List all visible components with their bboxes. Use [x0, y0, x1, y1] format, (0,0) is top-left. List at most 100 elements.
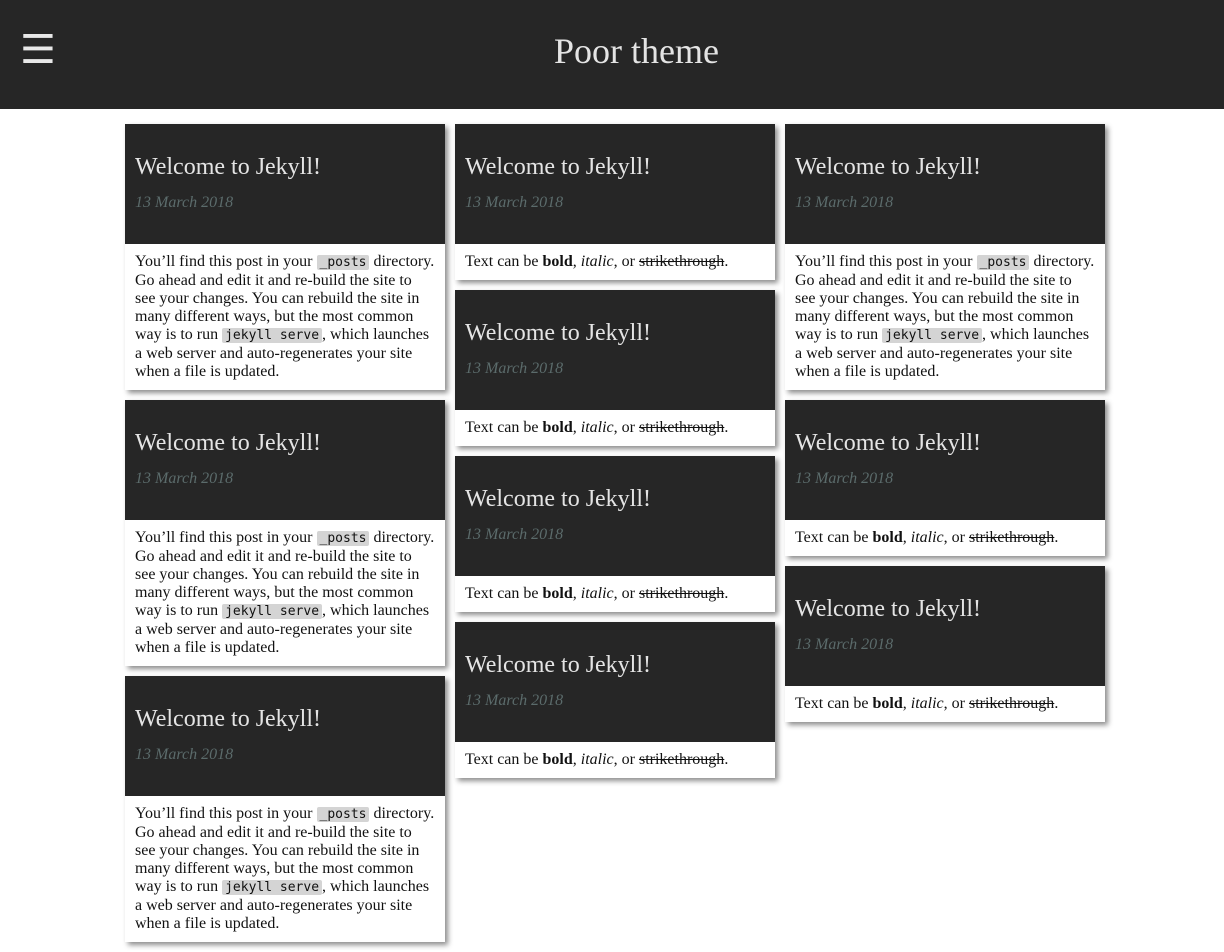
bold-text: bold: [872, 695, 903, 712]
post-card[interactable]: Welcome to Jekyll! 13 March 2018 You’ll …: [125, 400, 445, 666]
excerpt-text: You’ll find this post in your: [795, 253, 977, 270]
post-date: 13 March 2018: [135, 470, 234, 487]
excerpt-text: .: [1054, 695, 1059, 712]
post-date: 13 March 2018: [465, 692, 564, 709]
excerpt-text: , or: [613, 253, 639, 270]
post-title[interactable]: Welcome to Jekyll!: [795, 428, 1095, 458]
excerpt-text: You’ll find this post in your: [135, 529, 317, 546]
excerpt-text: .: [724, 751, 729, 768]
post-title[interactable]: Welcome to Jekyll!: [465, 318, 765, 348]
post-title[interactable]: Welcome to Jekyll!: [465, 650, 765, 680]
post-excerpt: Text can be bold, italic, or strikethrou…: [455, 742, 775, 778]
post-card[interactable]: Welcome to Jekyll! 13 March 2018 Text ca…: [455, 124, 775, 280]
post-card-header: Welcome to Jekyll! 13 March 2018: [785, 124, 1105, 244]
post-date: 13 March 2018: [135, 194, 234, 211]
post-excerpt: Text can be bold, italic, or strikethrou…: [455, 576, 775, 612]
post-card[interactable]: Welcome to Jekyll! 13 March 2018 Text ca…: [785, 400, 1105, 556]
strikethrough-text: strikethrough: [638, 253, 725, 270]
italic-text: italic: [580, 751, 614, 768]
excerpt-text: Text can be: [465, 751, 543, 768]
excerpt-text: .: [724, 253, 729, 270]
strikethrough-text: strikethrough: [638, 751, 725, 768]
site-title[interactable]: Poor theme: [0, 30, 1224, 72]
post-excerpt: You’ll find this post in your _posts dir…: [785, 244, 1105, 390]
excerpt-text: .: [1054, 529, 1059, 546]
post-card-header: Welcome to Jekyll! 13 March 2018: [455, 456, 775, 576]
site-header: ☰ Poor theme: [0, 0, 1224, 109]
post-date: 13 March 2018: [795, 194, 894, 211]
post-title[interactable]: Welcome to Jekyll!: [795, 152, 1095, 182]
post-column-right: Welcome to Jekyll! 13 March 2018 You’ll …: [785, 124, 1105, 732]
inline-code: jekyll serve: [222, 604, 323, 619]
post-card-header: Welcome to Jekyll! 13 March 2018: [125, 124, 445, 244]
post-card[interactable]: Welcome to Jekyll! 13 March 2018 Text ca…: [785, 566, 1105, 722]
inline-code: _posts: [976, 255, 1030, 270]
inline-code: jekyll serve: [222, 328, 323, 343]
post-card[interactable]: Welcome to Jekyll! 13 March 2018 Text ca…: [455, 456, 775, 612]
post-date: 13 March 2018: [465, 526, 564, 543]
italic-text: italic: [910, 529, 944, 546]
post-card-header: Welcome to Jekyll! 13 March 2018: [455, 124, 775, 244]
excerpt-text: You’ll find this post in your: [135, 805, 317, 822]
post-card-header: Welcome to Jekyll! 13 March 2018: [785, 566, 1105, 686]
inline-code: jekyll serve: [222, 880, 323, 895]
post-title[interactable]: Welcome to Jekyll!: [465, 152, 765, 182]
bold-text: bold: [542, 751, 573, 768]
strikethrough-text: strikethrough: [638, 419, 725, 436]
strikethrough-text: strikethrough: [968, 695, 1055, 712]
post-card[interactable]: Welcome to Jekyll! 13 March 2018 Text ca…: [455, 622, 775, 778]
excerpt-text: You’ll find this post in your: [135, 253, 317, 270]
excerpt-text: Text can be: [465, 585, 543, 602]
post-date: 13 March 2018: [795, 470, 894, 487]
post-date: 13 March 2018: [465, 360, 564, 377]
excerpt-text: Text can be: [465, 253, 543, 270]
bold-text: bold: [872, 529, 903, 546]
post-date: 13 March 2018: [465, 194, 564, 211]
excerpt-text: ,: [572, 751, 581, 768]
post-card[interactable]: Welcome to Jekyll! 13 March 2018 Text ca…: [455, 290, 775, 446]
post-date: 13 March 2018: [135, 746, 234, 763]
post-card[interactable]: Welcome to Jekyll! 13 March 2018 You’ll …: [785, 124, 1105, 390]
post-card-header: Welcome to Jekyll! 13 March 2018: [785, 400, 1105, 520]
post-title[interactable]: Welcome to Jekyll!: [135, 428, 435, 458]
post-excerpt: You’ll find this post in your _posts dir…: [125, 244, 445, 390]
excerpt-text: , or: [943, 529, 969, 546]
strikethrough-text: strikethrough: [638, 585, 725, 602]
post-card-header: Welcome to Jekyll! 13 March 2018: [455, 290, 775, 410]
post-excerpt: Text can be bold, italic, or strikethrou…: [455, 410, 775, 446]
post-card-header: Welcome to Jekyll! 13 March 2018: [125, 400, 445, 520]
excerpt-text: Text can be: [795, 695, 873, 712]
excerpt-text: ,: [902, 695, 911, 712]
excerpt-text: .: [724, 419, 729, 436]
post-column-middle: Welcome to Jekyll! 13 March 2018 Text ca…: [455, 124, 775, 788]
post-card[interactable]: Welcome to Jekyll! 13 March 2018 You’ll …: [125, 676, 445, 942]
bold-text: bold: [542, 585, 573, 602]
post-title[interactable]: Welcome to Jekyll!: [135, 704, 435, 734]
post-title[interactable]: Welcome to Jekyll!: [135, 152, 435, 182]
italic-text: italic: [910, 695, 944, 712]
excerpt-text: , or: [613, 751, 639, 768]
excerpt-text: ,: [572, 419, 581, 436]
inline-code: _posts: [316, 531, 370, 546]
bold-text: bold: [542, 419, 573, 436]
excerpt-text: , or: [613, 585, 639, 602]
excerpt-text: Text can be: [465, 419, 543, 436]
post-excerpt: Text can be bold, italic, or strikethrou…: [455, 244, 775, 280]
post-title[interactable]: Welcome to Jekyll!: [795, 594, 1095, 624]
excerpt-text: , or: [613, 419, 639, 436]
excerpt-text: ,: [572, 585, 581, 602]
excerpt-text: .: [724, 585, 729, 602]
italic-text: italic: [580, 253, 614, 270]
post-title[interactable]: Welcome to Jekyll!: [465, 484, 765, 514]
post-column-left: Welcome to Jekyll! 13 March 2018 You’ll …: [125, 124, 445, 952]
post-excerpt: Text can be bold, italic, or strikethrou…: [785, 686, 1105, 722]
post-card-header: Welcome to Jekyll! 13 March 2018: [455, 622, 775, 742]
bold-text: bold: [542, 253, 573, 270]
post-excerpt: You’ll find this post in your _posts dir…: [125, 520, 445, 666]
post-card-header: Welcome to Jekyll! 13 March 2018: [125, 676, 445, 796]
post-card[interactable]: Welcome to Jekyll! 13 March 2018 You’ll …: [125, 124, 445, 390]
inline-code: jekyll serve: [882, 328, 983, 343]
excerpt-text: , or: [943, 695, 969, 712]
excerpt-text: Text can be: [795, 529, 873, 546]
italic-text: italic: [580, 419, 614, 436]
